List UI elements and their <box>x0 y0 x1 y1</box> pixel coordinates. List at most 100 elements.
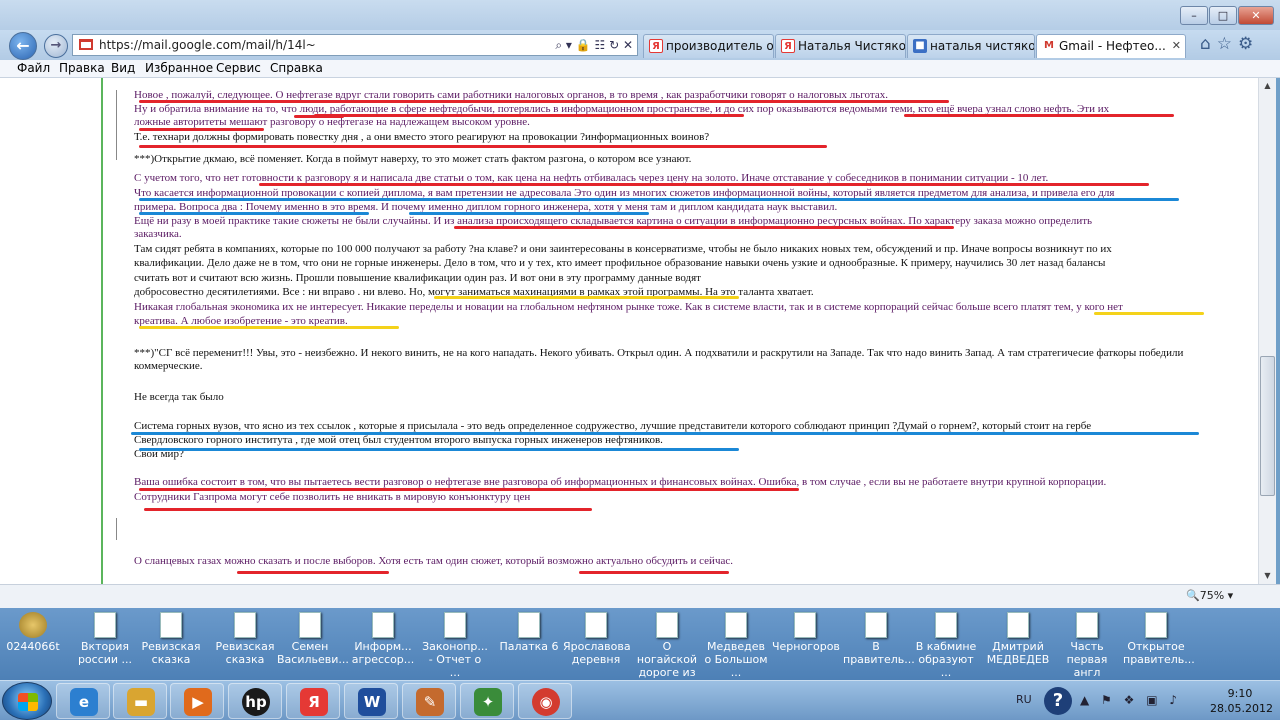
gmail-favicon-icon <box>79 39 93 50</box>
desktop-icon[interactable]: Палатка 6 <box>496 612 562 678</box>
document-icon <box>444 612 466 638</box>
tab-1[interactable]: Я производитель об... <box>643 34 774 58</box>
tab-label: Наталья Чистяков... <box>798 39 906 53</box>
menu-file[interactable]: Файл <box>17 61 50 75</box>
desktop-icon[interactable]: Дмитрий МЕДВЕДЕВ <box>985 612 1051 678</box>
document-icon <box>518 612 540 638</box>
yellow-underline <box>1094 312 1204 315</box>
help-icon[interactable]: ? <box>1044 687 1072 715</box>
red-underline <box>139 488 799 491</box>
system-tray: RU ? ▲ ⚑ ❖ ▣ ♪ 9:10 28.05.2012 <box>1010 681 1280 720</box>
tab-label: наталья чистяков... <box>930 39 1035 53</box>
media-player-taskbar-icon: ▶ <box>184 688 212 716</box>
quote-bar <box>116 518 117 540</box>
scroll-thumb[interactable] <box>1260 356 1275 496</box>
chrome-taskbar-icon: ◉ <box>532 688 560 716</box>
email-body: Новое , пожалуй, следующее. О нефтегазе … <box>116 78 1214 584</box>
desktop-icon[interactable]: В правитель... <box>843 612 915 678</box>
back-button[interactable]: ← <box>9 32 37 60</box>
network-taskbar-button[interactable]: ✦ <box>460 683 514 719</box>
message-line: ***)Открытие дкмаю, всё поменяет. Когда … <box>134 153 692 165</box>
clock[interactable]: 9:10 28.05.2012 <box>1210 686 1273 716</box>
desktop-icon[interactable]: О ногайской дороге из ... <box>634 612 700 692</box>
quote-bar <box>116 90 117 160</box>
media-player-taskbar-button[interactable]: ▶ <box>170 683 224 719</box>
minimize-button[interactable]: – <box>1180 6 1208 25</box>
menu-view[interactable]: Вид <box>111 61 135 75</box>
red-underline <box>579 571 729 574</box>
windows-logo-icon <box>18 693 38 711</box>
ie-taskbar-icon: e <box>70 688 98 716</box>
tab-label: производитель об... <box>666 39 774 53</box>
desktop-icon[interactable]: Вктория россии ... <box>72 612 138 678</box>
desktop-icon[interactable]: Открытое правитель... <box>1123 612 1195 678</box>
forward-button[interactable]: → <box>44 34 68 58</box>
close-window-button[interactable]: ✕ <box>1238 6 1274 25</box>
chrome-taskbar-button[interactable]: ◉ <box>518 683 572 719</box>
desktop-icon[interactable]: 0244066t <box>0 612 66 678</box>
menu-help[interactable]: Справка <box>270 61 323 75</box>
start-button[interactable] <box>2 682 52 720</box>
address-bar[interactable]: https://mail.google.com/mail/h/14l~ ⌕ ▾ … <box>72 34 638 56</box>
address-tools-icons[interactable]: ⌕ ▾ 🔒 ☷ ↻ ✕ <box>555 35 633 55</box>
message-line: Свердловского горного института , где мо… <box>134 434 663 446</box>
tab-gmail-active[interactable]: M Gmail - Нефтео... ✕ <box>1036 34 1186 58</box>
message-line: Не всегда так было <box>134 391 224 403</box>
blue-underline <box>131 432 1199 435</box>
message-line: считать вот и считают всю жизнь. Прошли … <box>134 272 701 284</box>
desktop-icon[interactable]: Семен Васильеви... <box>277 612 349 678</box>
message-line: квалификации. Дело даже не в том, что он… <box>134 257 1106 269</box>
home-favorites-settings-icons[interactable]: ⌂☆⚙ <box>1200 34 1259 54</box>
desktop-icon[interactable]: Ревизская сказка <box>138 612 204 678</box>
document-icon <box>1145 612 1167 638</box>
explorer-taskbar-button[interactable]: ▬ <box>113 683 167 719</box>
yandex-favicon-icon: Я <box>649 39 663 53</box>
red-underline <box>144 508 592 511</box>
menu-tools[interactable]: Сервис <box>216 61 261 75</box>
ie-taskbar-button[interactable]: e <box>56 683 110 719</box>
desktop-icon[interactable]: Часть первая англ <box>1054 612 1120 679</box>
status-bar: 🔍75% ▾ <box>0 584 1280 608</box>
document-icon <box>865 612 887 638</box>
scroll-down-arrow-icon[interactable]: ▼ <box>1259 568 1276 584</box>
paint-taskbar-button[interactable]: ✎ <box>402 683 456 719</box>
desktop-icon[interactable]: Законопр... - Отчет о ... <box>422 612 488 679</box>
navigation-bar: ← → https://mail.google.com/mail/h/14l~ … <box>0 30 1280 60</box>
tab-3[interactable]: ■ наталья чистяков... <box>907 34 1035 58</box>
document-icon <box>299 612 321 638</box>
vertical-scrollbar[interactable]: ▲ ▼ <box>1258 78 1276 584</box>
maximize-button[interactable]: □ <box>1209 6 1237 25</box>
scroll-up-arrow-icon[interactable]: ▲ <box>1259 78 1276 94</box>
hp-taskbar-button[interactable]: hp <box>228 683 282 719</box>
desktop-icon[interactable]: Медведев о Большом ... <box>703 612 769 679</box>
menu-bar: Файл Правка Вид Избранное Сервис Справка <box>0 60 1280 78</box>
tab-2[interactable]: Я Наталья Чистяков... <box>775 34 906 58</box>
language-indicator[interactable]: RU <box>1016 693 1032 706</box>
desktop-icon[interactable]: Ревизская сказка <box>212 612 278 678</box>
menu-edit[interactable]: Правка <box>59 61 105 75</box>
desktop-icon[interactable]: Черногоров <box>772 612 840 678</box>
message-line: Никакая глобальная экономика их не интер… <box>134 301 1123 313</box>
word-taskbar-button[interactable]: W <box>344 683 398 719</box>
taskbar: e ▬ ▶ hp Я W ✎ ✦ ◉ RU ? ▲ ⚑ ❖ ▣ ♪ 9:10 2… <box>0 680 1280 720</box>
blue-underline <box>139 448 739 451</box>
red-underline <box>904 114 1174 117</box>
window-titlebar: – □ ✕ <box>0 0 1280 30</box>
close-tab-icon[interactable]: ✕ <box>1172 35 1181 57</box>
tray-icons[interactable]: ▲ ⚑ ❖ ▣ ♪ <box>1080 693 1181 707</box>
page-favicon-icon: ■ <box>913 39 927 53</box>
zoom-control[interactable]: 🔍75% ▾ <box>1186 589 1233 602</box>
blue-underline <box>139 212 369 215</box>
paint-taskbar-icon: ✎ <box>416 688 444 716</box>
desktop-icon[interactable]: Ярославова деревня <box>563 612 631 678</box>
yellow-underline <box>434 296 739 299</box>
desktop-icon[interactable]: Информ... агрессор... <box>350 612 416 678</box>
blue-underline <box>139 198 1179 201</box>
yandex-taskbar-button[interactable]: Я <box>286 683 340 719</box>
coin-icon <box>19 612 47 638</box>
menu-favorites[interactable]: Избранное <box>145 61 213 75</box>
red-underline <box>314 114 744 117</box>
desktop-icon[interactable]: В кабмине образуют ... <box>913 612 979 679</box>
network-taskbar-icon: ✦ <box>474 688 502 716</box>
yandex-taskbar-icon: Я <box>300 688 328 716</box>
